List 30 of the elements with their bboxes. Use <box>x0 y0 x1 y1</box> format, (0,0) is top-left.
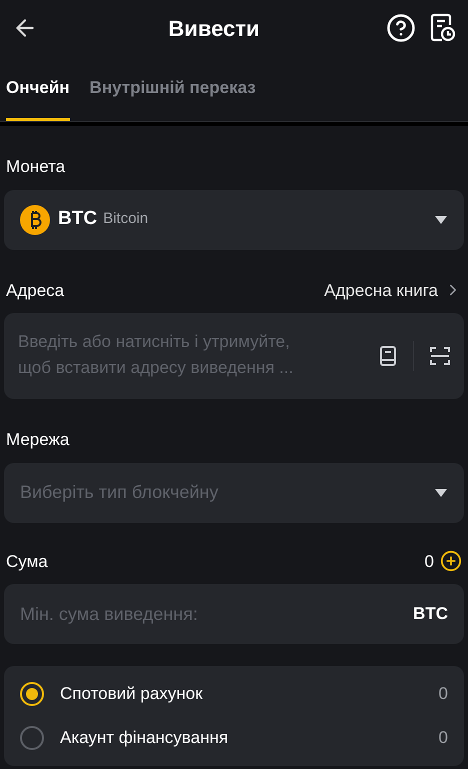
dropdown-caret-icon <box>434 488 448 498</box>
address-input[interactable]: Введіть або натисніть і утримуйте, щоб вставити адресу виведення ... <box>18 329 379 383</box>
coin-icon <box>20 204 50 234</box>
scan-icon[interactable] <box>430 346 450 366</box>
account-balance: 0 <box>438 683 448 706</box>
address-field[interactable]: Введіть або натисніть і утримуйте, щоб вставити адресу виведення ... <box>4 313 464 399</box>
unit-label: BTC <box>413 603 448 626</box>
add-icon[interactable] <box>440 550 462 572</box>
coin-symbol: BTC <box>58 207 98 232</box>
balance-value: 0 <box>424 550 434 572</box>
account-balance: 0 <box>438 727 448 750</box>
tab[interactable]: Внутрішній переказ <box>90 74 256 121</box>
field-label: Сума <box>6 550 48 572</box>
radio-button[interactable] <box>20 682 44 706</box>
history-button[interactable] <box>430 13 456 43</box>
account-label: Акаунт фінансування <box>60 727 230 750</box>
field-label: Мережа <box>5 429 70 451</box>
coin-select[interactable]: BTC Bitcoin <box>4 190 464 250</box>
dropdown-caret-icon <box>434 214 448 224</box>
field-label: Адреса <box>6 280 64 302</box>
amount-field[interactable]: Мін. сума виведення: BTC <box>4 584 464 644</box>
page-title: Вивести <box>167 14 261 42</box>
help-button[interactable] <box>386 13 416 43</box>
book-icon[interactable] <box>379 346 397 366</box>
coin-name: Bitcoin <box>103 209 148 230</box>
field-label: Монета <box>5 156 66 178</box>
amount-input[interactable]: Мін. сума виведення: <box>20 600 414 628</box>
address-book-link[interactable]: Адресна книга <box>324 278 462 303</box>
account-label: Спотовий рахунок <box>60 683 204 706</box>
radio-button[interactable] <box>20 726 44 750</box>
